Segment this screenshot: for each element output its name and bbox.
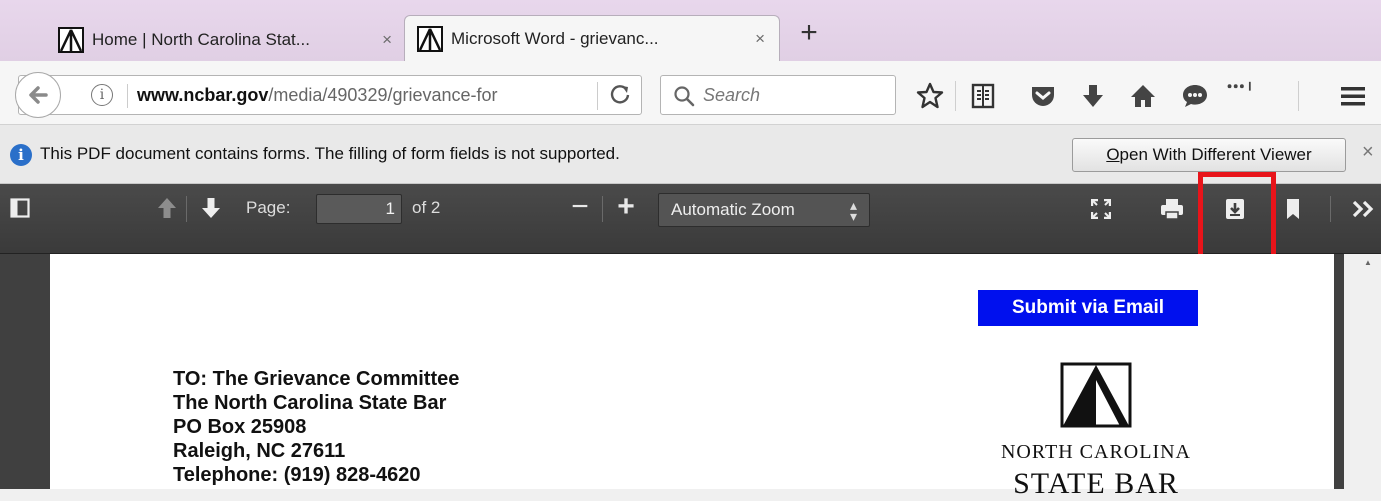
- zoom-out-button[interactable]: −: [566, 190, 594, 224]
- pocket-icon[interactable]: [1028, 81, 1058, 111]
- scroll-up-icon[interactable]: ▲: [1364, 258, 1372, 267]
- url-bar[interactable]: i www.ncbar.gov/media/490329/grievance-f…: [15, 72, 642, 118]
- url-divider: [597, 82, 598, 110]
- back-arrow-icon: [29, 86, 48, 104]
- select-arrows-icon: ▴ ▾: [849, 197, 857, 224]
- info-icon: i: [10, 144, 32, 166]
- open-with-different-viewer-button[interactable]: Open With Different Viewer: [1072, 138, 1346, 172]
- search-placeholder: Search: [703, 85, 761, 105]
- button-accesskey: O: [1106, 145, 1120, 164]
- address-line: Telephone: (919) 828-4620: [173, 464, 421, 486]
- page-count: of 2: [412, 198, 441, 217]
- toolbar-divider: [1298, 81, 1299, 111]
- more-tools-icon[interactable]: [1226, 73, 1256, 103]
- page-number-input[interactable]: [316, 194, 402, 224]
- tab-strip: Home | North Carolina Stat... × Microsof…: [0, 0, 1381, 61]
- tab-close-icon[interactable]: ×: [755, 29, 765, 49]
- scrollbar[interactable]: [1344, 254, 1381, 489]
- download-highlight-box: [1198, 172, 1276, 260]
- next-page-icon[interactable]: [198, 196, 224, 220]
- menu-hamburger-icon[interactable]: [1338, 81, 1368, 111]
- tab-close-icon[interactable]: ×: [382, 30, 392, 50]
- ncbar-favicon-icon: [58, 26, 84, 53]
- pdf-toolbar: Page: of 2 − + Automatic Zoom ▴▾: [0, 184, 1381, 254]
- site-info-icon[interactable]: i: [91, 84, 113, 106]
- bookmark-icon[interactable]: [1282, 196, 1304, 222]
- ncbar-favicon-icon: [417, 25, 443, 52]
- chat-icon[interactable]: [1180, 81, 1210, 111]
- toolbar-divider: [1330, 196, 1331, 222]
- org-name-line2: STATE BAR: [1013, 467, 1179, 500]
- tools-chevron-icon[interactable]: [1350, 196, 1378, 222]
- home-icon[interactable]: [1128, 81, 1158, 111]
- recipient-address: TO: The Grievance Committee The North Ca…: [173, 367, 459, 487]
- downloads-icon[interactable]: [1078, 81, 1108, 111]
- zoom-select[interactable]: Automatic Zoom ▴ ▾: [658, 193, 870, 227]
- address-line: PO Box 25908: [173, 416, 307, 438]
- toolbar-divider: [955, 81, 956, 111]
- back-button[interactable]: [15, 72, 61, 118]
- notification-message: This PDF document contains forms. The fi…: [40, 144, 620, 163]
- reading-list-icon[interactable]: [968, 81, 998, 111]
- address-line: The North Carolina State Bar: [173, 392, 447, 414]
- button-label: pen With Different Viewer: [1119, 145, 1312, 164]
- tab-grievance-pdf[interactable]: Microsoft Word - grievanc... ×: [404, 15, 780, 61]
- page-label: Page:: [246, 198, 291, 217]
- url-divider: [127, 84, 128, 108]
- zoom-value: Automatic Zoom: [671, 200, 795, 219]
- submit-via-email-button[interactable]: Submit via Email: [978, 290, 1198, 326]
- toolbar-divider: [186, 196, 187, 222]
- tab-title: Home | North Carolina Stat...: [92, 29, 310, 49]
- previous-page-icon[interactable]: [154, 196, 180, 220]
- tab-home[interactable]: Home | North Carolina Stat... ×: [46, 18, 406, 61]
- tab-title: Microsoft Word - grievanc...: [451, 28, 659, 48]
- bookmark-star-icon[interactable]: [915, 81, 945, 111]
- org-name-line1: NORTH CAROLINA: [1000, 441, 1191, 463]
- notification-close-icon[interactable]: ×: [1362, 141, 1374, 164]
- notification-bar: i This PDF document contains forms. The …: [0, 125, 1381, 184]
- toolbar-divider: [602, 196, 603, 222]
- address-line: Raleigh, NC 27611: [173, 440, 346, 462]
- presentation-mode-icon[interactable]: [1088, 196, 1114, 222]
- nc-state-bar-logo: [1060, 362, 1132, 428]
- search-icon: [674, 86, 695, 107]
- url-text[interactable]: www.ncbar.gov/media/490329/grievance-for: [137, 85, 557, 106]
- new-tab-button[interactable]: +: [792, 16, 826, 50]
- reload-icon[interactable]: [609, 83, 631, 111]
- url-path: /media/490329/grievance-for: [268, 85, 498, 105]
- sidebar-toggle-icon[interactable]: [8, 196, 32, 220]
- print-icon[interactable]: [1158, 196, 1186, 222]
- zoom-in-button[interactable]: +: [612, 190, 640, 224]
- nav-toolbar: i www.ncbar.gov/media/490329/grievance-f…: [0, 61, 1381, 125]
- url-domain: www.ncbar.gov: [137, 85, 269, 105]
- search-bar[interactable]: Search: [660, 75, 896, 115]
- address-line: TO: The Grievance Committee: [173, 368, 460, 390]
